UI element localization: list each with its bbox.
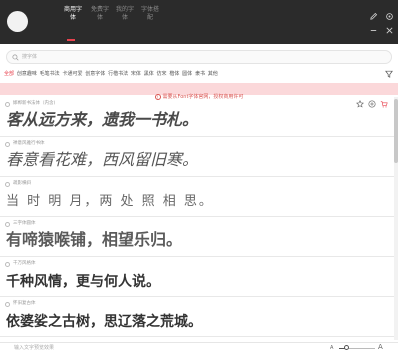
category-bar: 全部 创意趣味 毛笔书法 卡通可爱 创意字体 行楷书法 宋体 黑体 仿宋 楷体 圆体 隶书 其他 xyxy=(4,70,374,79)
search-icon xyxy=(12,54,19,61)
category-item[interactable]: 创意字体 xyxy=(85,70,105,79)
close-icon[interactable] xyxy=(385,26,394,35)
tab-free-fonts[interactable]: 免费字体 xyxy=(90,6,110,38)
font-name: 疏影横斜 xyxy=(13,181,31,186)
font-name: 禅意风雅行书体 xyxy=(13,141,45,146)
font-preview-text: 客从远方来，遗我一书札。 xyxy=(6,110,199,129)
font-list-item[interactable]: 怀旧复古体依婆娑之古树，思辽落之荒城。 xyxy=(0,297,394,337)
category-item[interactable]: 创意趣味 xyxy=(17,70,37,79)
cart-icon[interactable] xyxy=(380,100,388,108)
font-preview-text: 当 时 明 月，两 处 照 相 思。 xyxy=(6,194,214,209)
scrollbar[interactable] xyxy=(394,97,398,340)
font-list: 邯郸新书法体（内含) 客从远方来，遗我一书札。禅意风雅行书体春意看花难，西风留旧寒… xyxy=(0,97,394,340)
category-item[interactable]: 楷体 xyxy=(169,70,179,79)
font-name: 怀旧复古体 xyxy=(13,301,36,306)
category-item[interactable]: 毛笔书法 xyxy=(40,70,60,79)
bottom-bar: A A xyxy=(0,342,398,353)
category-item[interactable]: 圆体 xyxy=(182,70,192,79)
font-preview-text: 有啼猿喉铺，相望乐归。 xyxy=(6,230,183,249)
select-radio[interactable] xyxy=(5,102,10,107)
search-input[interactable] xyxy=(22,52,382,62)
category-item[interactable]: 宋体 xyxy=(131,70,141,79)
avatar[interactable] xyxy=(7,11,28,32)
font-size-slider-thumb[interactable] xyxy=(344,345,350,350)
tab-commercial-fonts[interactable]: 商用字体 xyxy=(63,6,83,38)
font-list-item[interactable]: 疏影横斜当 时 明 月，两 处 照 相 思。 xyxy=(0,177,394,217)
category-item[interactable]: 隶书 xyxy=(195,70,205,79)
pencil-icon[interactable] xyxy=(369,12,378,21)
font-name: 三字体圆体 xyxy=(13,221,36,226)
category-item[interactable]: 其他 xyxy=(208,70,218,79)
add-icon[interactable] xyxy=(368,100,376,108)
license-notice: ! 需要从Font字体官网，授权商用许可 xyxy=(0,83,398,100)
font-size-decrease-button[interactable]: A xyxy=(330,344,333,352)
search-bar xyxy=(6,50,392,64)
font-list-item[interactable]: 千万风格体千种风情，更与何人说。 xyxy=(0,257,394,297)
font-list-item[interactable]: 邯郸新书法体（内含) 客从远方来，遗我一书札。 xyxy=(0,97,394,137)
scrollbar-thumb[interactable] xyxy=(394,99,398,163)
select-radio[interactable] xyxy=(5,222,10,227)
app-header: 商用字体 免费字体 我的字体 字体搭配 xyxy=(0,0,398,44)
category-item[interactable]: 仿宋 xyxy=(157,70,167,79)
favorite-icon[interactable] xyxy=(356,100,364,108)
font-item-actions xyxy=(356,100,392,109)
font-preview-text: 春意看花难，西风留旧寒。 xyxy=(6,150,199,169)
category-item[interactable]: 黑体 xyxy=(144,70,154,79)
tab-my-fonts[interactable]: 我的字体 xyxy=(115,6,135,38)
minimize-icon[interactable] xyxy=(369,26,378,35)
font-name: 邯郸新书法体（内含) xyxy=(13,101,56,106)
font-preview-text: 依婆娑之古树，思辽落之荒城。 xyxy=(6,314,202,330)
select-radio[interactable] xyxy=(5,302,10,307)
category-item[interactable]: 全部 xyxy=(4,70,14,79)
settings-icon[interactable] xyxy=(385,12,394,21)
category-item[interactable]: 行楷书法 xyxy=(108,70,128,79)
font-list-item[interactable]: 三字体圆体有啼猿喉铺，相望乐归。 xyxy=(0,217,394,257)
select-radio[interactable] xyxy=(5,182,10,187)
select-radio[interactable] xyxy=(5,262,10,267)
active-tab-indicator xyxy=(67,39,75,41)
filter-icon[interactable] xyxy=(385,70,393,78)
category-item[interactable]: 卡通可爱 xyxy=(62,70,82,79)
preview-text-input[interactable] xyxy=(14,344,254,352)
select-radio[interactable] xyxy=(5,142,10,147)
font-preview-text: 千种风情，更与何人说。 xyxy=(6,274,160,290)
font-list-item[interactable]: 禅意风雅行书体春意看花难，西风留旧寒。 xyxy=(0,137,394,177)
font-size-increase-button[interactable]: A xyxy=(378,343,383,352)
font-name: 千万风格体 xyxy=(13,261,36,266)
tab-font-pairing[interactable]: 字体搭配 xyxy=(140,6,160,38)
